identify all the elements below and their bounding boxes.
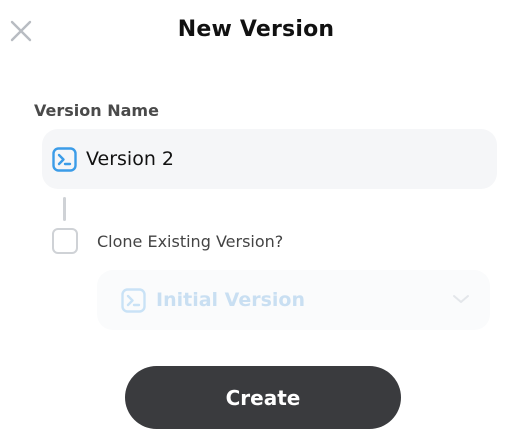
- new-version-dialog: New Version Version Name Clone Existing …: [0, 0, 512, 445]
- clone-checkbox-label: Clone Existing Version?: [97, 232, 284, 251]
- create-button[interactable]: Create: [125, 366, 401, 429]
- chevron-down-icon: [452, 292, 470, 306]
- version-name-label: Version Name: [34, 101, 159, 120]
- terminal-icon: [52, 146, 77, 172]
- clone-version-value: Initial Version: [156, 289, 305, 311]
- clone-version-select: Initial Version: [97, 270, 490, 330]
- version-name-field[interactable]: [42, 129, 497, 189]
- connector-line: [63, 197, 66, 221]
- clone-checkbox[interactable]: [52, 228, 78, 254]
- version-name-input[interactable]: [86, 148, 466, 170]
- dialog-title: New Version: [177, 17, 335, 42]
- terminal-icon: [121, 287, 146, 313]
